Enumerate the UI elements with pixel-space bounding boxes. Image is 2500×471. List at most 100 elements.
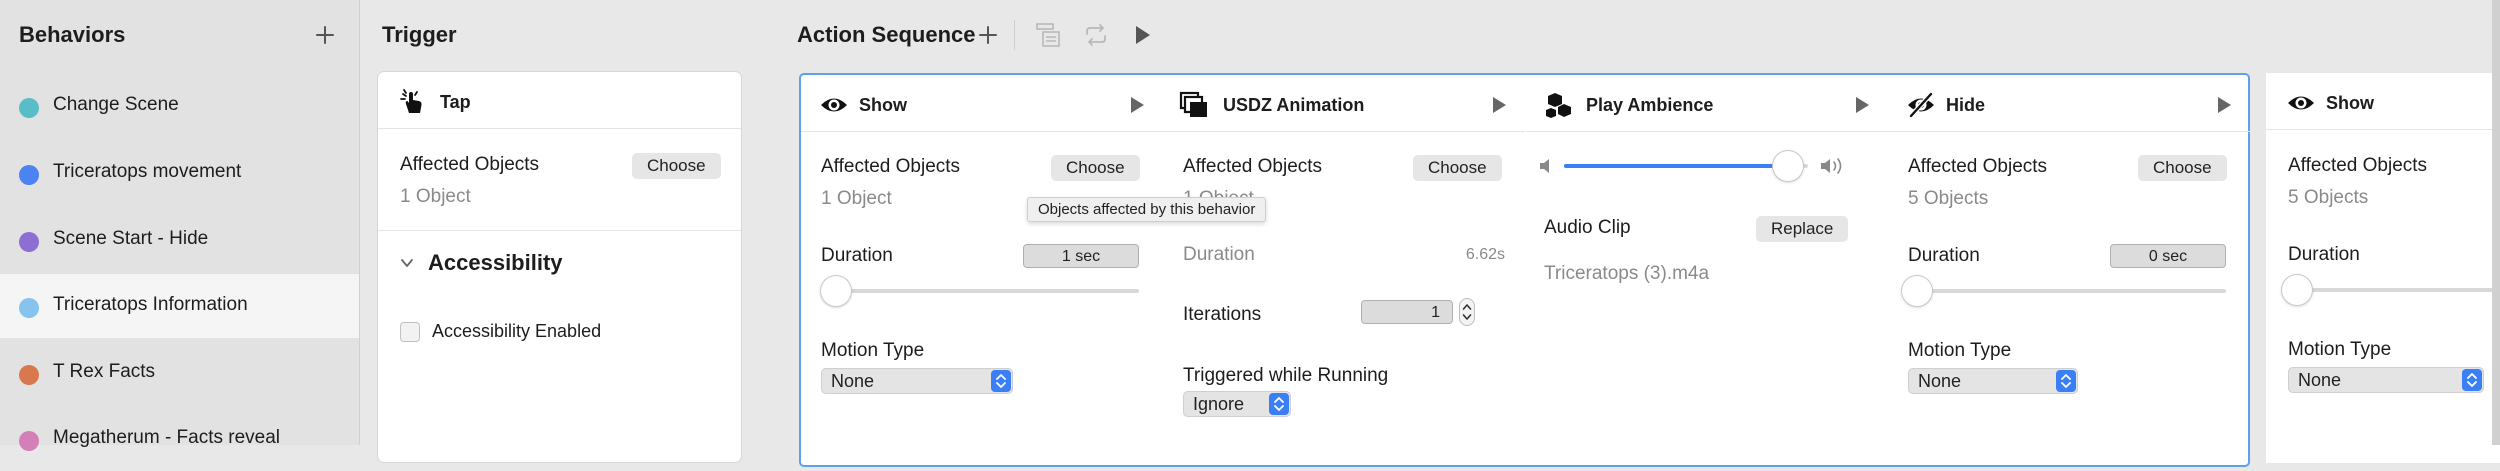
card-header: Play Ambience [1526, 75, 1888, 132]
select-chevron-icon [991, 370, 1011, 392]
play-sequence-icon[interactable] [1133, 24, 1153, 46]
add-behavior-plus-icon[interactable] [312, 22, 338, 48]
eye-slash-icon [1906, 91, 1934, 119]
duration-label: Duration [1183, 244, 1255, 265]
play-action-icon[interactable] [1129, 96, 1145, 114]
motion-type-select[interactable]: None [1908, 368, 2078, 394]
motion-type-label: Motion Type [1908, 340, 2012, 361]
show-action-card[interactable]: Show Affected Objects Choose 1 Object Du… [801, 75, 1163, 465]
duration-slider-knob[interactable] [1902, 276, 1932, 306]
sidebar-title: Behaviors [19, 22, 126, 47]
volume-slider-knob[interactable] [1773, 151, 1804, 181]
add-action-plus-icon[interactable] [975, 22, 1001, 48]
volume-high-icon [1820, 157, 1846, 175]
replace-button[interactable]: Replace [1756, 216, 1849, 242]
duration-slider-knob[interactable] [821, 276, 851, 306]
sidebar-item-label: Change Scene [53, 94, 179, 115]
accessibility-enabled-checkbox[interactable] [400, 322, 420, 342]
affected-objects-value: 5 Objects [1908, 188, 1989, 209]
show-action-card-partial[interactable]: Show Affected Objects 5 Objects Duration… [2266, 73, 2500, 463]
play-action-icon[interactable] [1491, 96, 1507, 114]
card-header: Hide [1888, 75, 2250, 132]
card-header: Show [801, 75, 1163, 132]
motion-type-label: Motion Type [821, 340, 925, 361]
sidebar-item-label: T Rex Facts [53, 361, 156, 382]
volume-low-icon [1538, 158, 1554, 174]
play-action-icon[interactable] [1854, 96, 1870, 114]
duration-field[interactable]: 1 sec [1023, 244, 1139, 268]
audio-clip-label: Audio Clip [1544, 217, 1631, 238]
duration-label: Duration [2288, 244, 2360, 265]
sidebar-item-t-rex-facts[interactable]: T Rex Facts [0, 341, 359, 405]
duration-slider-track[interactable] [821, 289, 1139, 293]
usdz-animation-action-card[interactable]: USDZ Animation Affected Objects Choose 1… [1163, 75, 1525, 465]
choose-button[interactable]: Choose [2138, 155, 2227, 181]
play-ambience-action-card[interactable]: Play Ambience Audio Clip Replace Tricera… [1526, 75, 1888, 465]
sidebar-item-label: Triceratops Information [53, 294, 248, 315]
behavior-color-dot [19, 98, 39, 118]
duration-slider-track[interactable] [1908, 289, 2226, 293]
choose-button[interactable]: Choose [1051, 155, 1140, 181]
action-title: Show [859, 95, 907, 115]
usdz-animation-icon [1179, 91, 1207, 119]
iterations-field[interactable]: 1 [1361, 300, 1453, 324]
hide-action-card[interactable]: Hide Affected Objects Choose 5 Objects D… [1888, 75, 2250, 465]
card-header: Show [2266, 73, 2500, 130]
duration-field[interactable]: 0 sec [2110, 244, 2226, 268]
sidebar-item-change-scene[interactable]: Change Scene [0, 74, 359, 138]
motion-type-select[interactable]: None [821, 368, 1013, 394]
card-header: USDZ Animation [1163, 75, 1525, 132]
behavior-color-dot [19, 431, 39, 451]
sidebar-item-triceratops-information[interactable]: Triceratops Information [0, 274, 359, 338]
triggered-while-running-select[interactable]: Ignore [1183, 391, 1291, 417]
behavior-color-dot [19, 165, 39, 185]
affected-objects-value: 1 Object [821, 188, 892, 209]
duration-label: Duration [821, 245, 893, 266]
action-title: USDZ Animation [1223, 95, 1365, 115]
tap-gesture-icon [398, 88, 426, 116]
tap-trigger-card[interactable]: Tap Affected Objects Choose 1 Object Acc… [378, 72, 741, 462]
affected-objects-label: Affected Objects [2288, 155, 2428, 176]
affected-objects-value: 1 Object [400, 186, 471, 207]
select-chevron-icon [2462, 369, 2482, 391]
behavior-color-dot [19, 232, 39, 252]
choose-button[interactable]: Choose [1413, 155, 1502, 181]
action-sequence-title: Action Sequence [797, 22, 976, 47]
sidebar-item-scene-start-hide[interactable]: Scene Start - Hide [0, 208, 359, 272]
accessibility-enabled-label: Accessibility Enabled [432, 321, 602, 341]
sidebar-item-label: Megatherum - Facts reveal [53, 427, 281, 448]
behavior-color-dot [19, 298, 39, 318]
action-title: Hide [1946, 95, 1986, 115]
affected-objects-label: Affected Objects [821, 156, 961, 177]
sidebar-item-megatherum-facts-reveal[interactable]: Megatherum - Facts reveal [0, 407, 359, 471]
duration-value: 6.62s [1465, 246, 1505, 263]
duration-slider-track[interactable] [2288, 288, 2500, 292]
eye-icon [819, 91, 847, 119]
behavior-color-dot [19, 365, 39, 385]
affected-objects-label: Affected Objects [1183, 156, 1323, 177]
ambience-icon [1544, 91, 1572, 119]
action-title: Show [2326, 93, 2374, 113]
choose-button[interactable]: Choose [632, 153, 721, 179]
audio-file-name: Triceratops (3).m4a [1544, 263, 1710, 284]
play-action-icon[interactable] [2216, 96, 2232, 114]
accessibility-section-title: Accessibility [428, 250, 563, 275]
select-chevron-icon [2056, 370, 2076, 392]
group-actions-icon[interactable] [1034, 21, 1062, 49]
toolbar-divider [1014, 20, 1015, 50]
motion-type-select[interactable]: None [2288, 367, 2484, 393]
motion-type-label: Motion Type [2288, 339, 2392, 360]
select-value: None [831, 371, 875, 391]
behaviors-sidebar: Behaviors Change Scene Triceratops movem… [0, 0, 360, 451]
iterations-stepper-icon[interactable] [1459, 298, 1475, 326]
vertical-scrollbar[interactable] [2492, 0, 2500, 445]
select-value: None [2298, 370, 2342, 390]
sidebar-item-triceratops-movement[interactable]: Triceratops movement [0, 141, 359, 205]
duration-slider-knob[interactable] [2282, 275, 2312, 305]
chevron-down-icon[interactable] [400, 256, 414, 270]
loop-icon[interactable] [1082, 21, 1110, 49]
duration-label: Duration [1908, 245, 1980, 266]
affected-objects-label: Affected Objects [400, 154, 540, 175]
action-sequence-frame: Show Affected Objects Choose 1 Object Du… [799, 73, 2250, 467]
affected-objects-tooltip: Objects affected by this behavior [1027, 197, 1267, 222]
